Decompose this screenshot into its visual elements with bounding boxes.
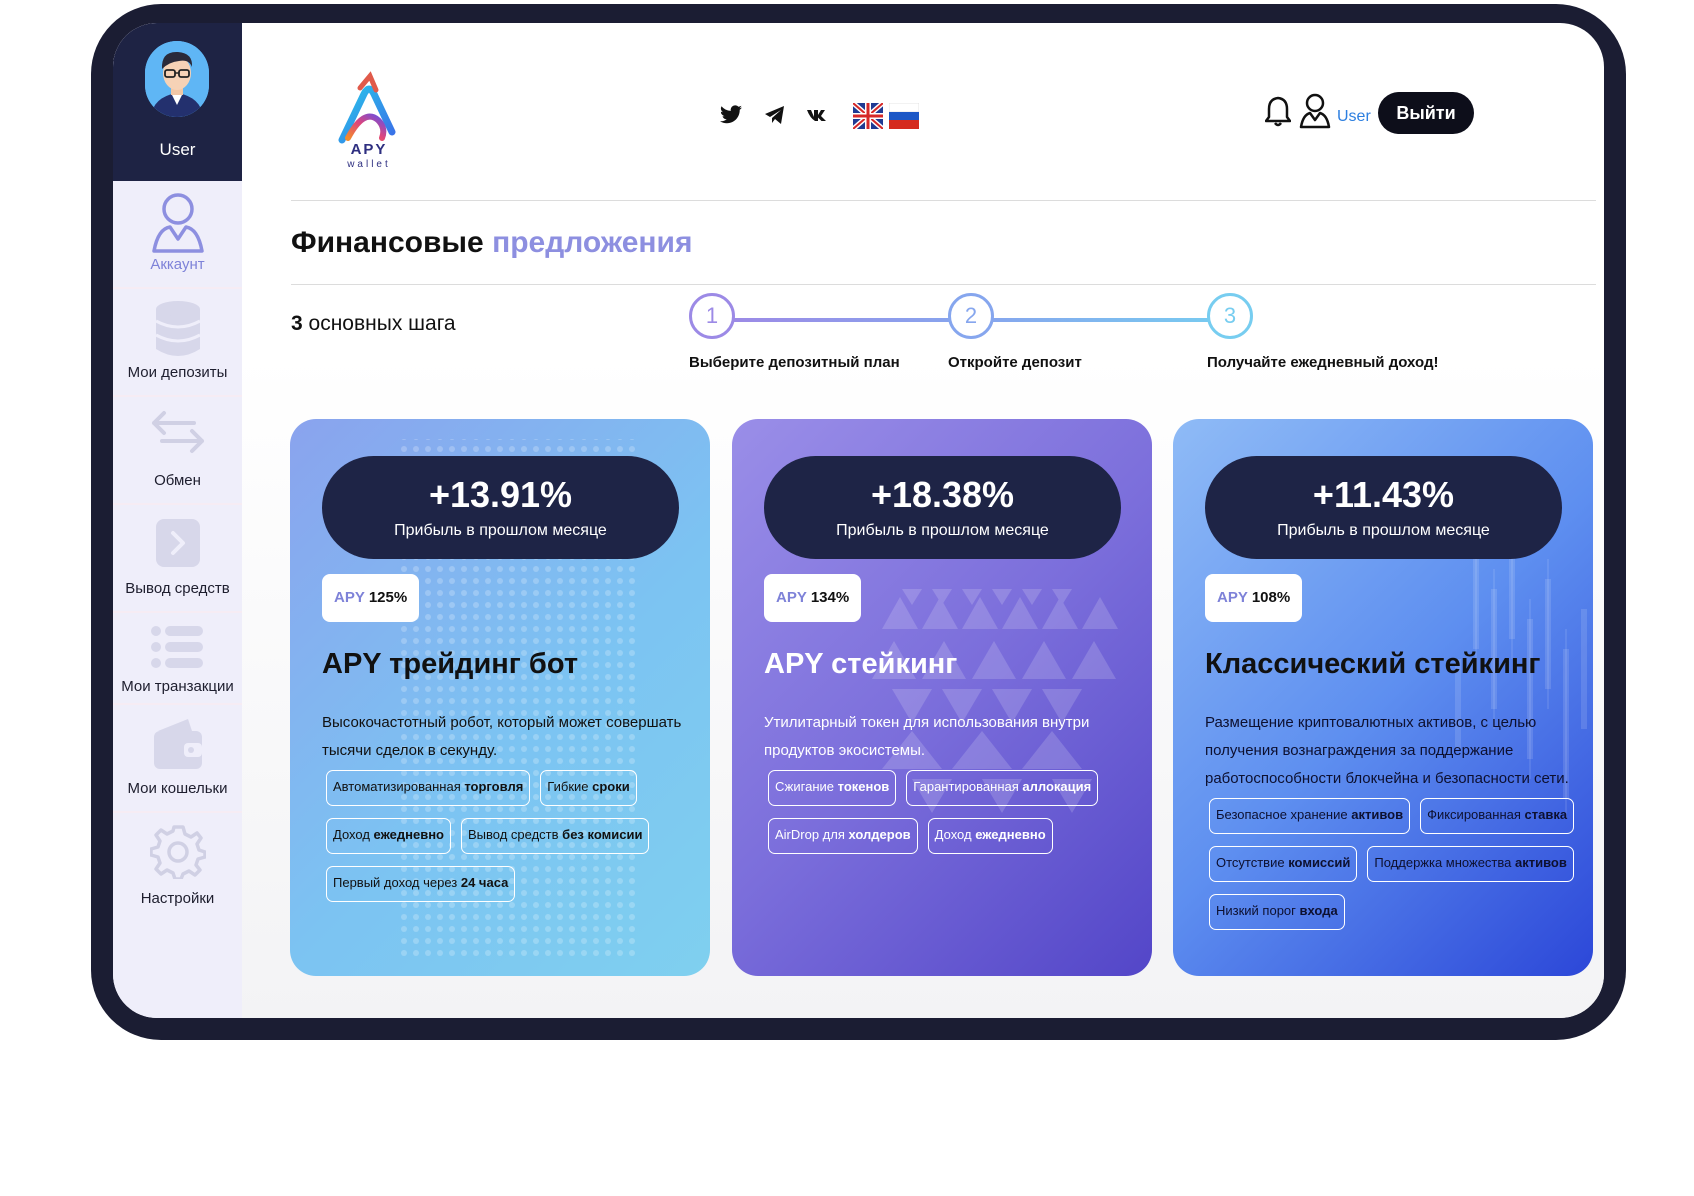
card-tags: Безопасное хранение активов Фиксированна… xyxy=(1209,798,1579,930)
logo-subtext: wallet xyxy=(347,159,391,170)
sidebar-item-settings[interactable]: Настройки xyxy=(113,813,242,921)
title-divider xyxy=(291,284,1596,285)
sidebar-item-label: Вывод средств xyxy=(125,580,230,597)
feature-tag: Поддержка множества активов xyxy=(1367,846,1574,882)
user-profile-icon[interactable] xyxy=(1299,93,1331,129)
feature-tag: Отсутствие комиссий xyxy=(1209,846,1358,882)
sidebar: User Аккаунт Мои депозиты Обмен Вывод ср… xyxy=(113,23,242,1018)
profit-label: Прибыль в прошлом месяце xyxy=(394,522,607,539)
sidebar-item-label: Аккаунт xyxy=(150,256,205,273)
sidebar-item-exchange[interactable]: Обмен xyxy=(113,397,242,505)
sidebar-item-label: Настройки xyxy=(140,890,215,907)
bell-icon[interactable] xyxy=(1265,95,1291,127)
apy-key: APY xyxy=(334,589,365,606)
profit-label: Прибыль в прошлом месяце xyxy=(836,522,1049,539)
app-screen: User Аккаунт Мои депозиты Обмен Вывод ср… xyxy=(113,23,1604,1018)
twitter-icon[interactable] xyxy=(719,103,743,127)
steps-title: 3 основных шага xyxy=(291,312,456,336)
apy-value: 134% xyxy=(810,589,850,606)
sidebar-item-withdraw[interactable]: Вывод средств xyxy=(113,505,242,613)
feature-tag: Автоматизированная торговля xyxy=(326,770,531,806)
step-connector xyxy=(731,318,971,322)
feature-tag: Доход ежедневно xyxy=(927,818,1053,854)
step-1-label: Выберите депозитный план xyxy=(689,354,900,371)
offer-card-classic-staking[interactable]: +11.43% Прибыль в прошлом месяце APY 108%… xyxy=(1173,419,1593,976)
sidebar-item-account[interactable]: Аккаунт xyxy=(113,181,242,289)
ru-flag-icon[interactable] xyxy=(889,103,919,129)
card-title: APY стейкинг xyxy=(764,648,958,680)
apy-value: 108% xyxy=(1251,589,1291,606)
sidebar-item-transactions[interactable]: Мои транзакции xyxy=(113,613,242,705)
card-tags: Сжигание токенов Гарантированная аллокац… xyxy=(768,770,1138,854)
page-title-main: Финансовые xyxy=(291,226,484,259)
profit-value: +13.91% xyxy=(428,474,573,515)
offer-card-staking[interactable]: +18.38% Прибыль в прошлом месяце APY 134%… xyxy=(732,419,1152,976)
feature-tag: Низкий порог входа xyxy=(1209,894,1345,930)
feature-tag: AirDrop для холдеров xyxy=(768,818,918,854)
feature-tag: Сжигание токенов xyxy=(768,770,897,806)
sidebar-item-wallets[interactable]: Мои кошельки xyxy=(113,705,242,813)
feature-tag: Гарантированная аллокация xyxy=(906,770,1099,806)
step-connector xyxy=(991,318,1231,322)
apy-key: APY xyxy=(1217,589,1248,606)
header-user-link[interactable]: User xyxy=(1337,108,1371,126)
sidebar-item-deposits[interactable]: Мои депозиты xyxy=(113,289,242,397)
profit-value: +11.43% xyxy=(1312,474,1455,515)
wallet-icon xyxy=(154,719,202,769)
feature-tag: Доход ежедневно xyxy=(326,818,451,854)
sidebar-profile[interactable]: User xyxy=(113,23,242,181)
card-description: Размещение криптовалютных активов, с цел… xyxy=(1205,714,1569,787)
profit-value: +18.38% xyxy=(870,474,1015,515)
feature-tag: Фиксированная ставка xyxy=(1420,798,1575,834)
sidebar-item-label: Мои транзакции xyxy=(121,678,234,695)
sidebar-item-label: Мои депозиты xyxy=(127,364,228,381)
card-title: Классический стейкинг xyxy=(1205,648,1541,680)
telegram-icon[interactable] xyxy=(763,103,787,127)
sidebar-item-label: Мои кошельки xyxy=(127,780,228,797)
database-icon xyxy=(155,301,201,356)
offer-card-trading-bot[interactable]: +13.91% Прибыль в прошлом месяце APY 125%… xyxy=(290,419,710,976)
apy-badge: APY 134% xyxy=(764,574,862,622)
steps-count: 3 xyxy=(291,312,303,335)
feature-tag: Первый доход через 24 часа xyxy=(326,866,516,902)
sidebar-user-name: User xyxy=(159,140,196,159)
exchange-arrows-icon xyxy=(152,411,204,453)
user-icon xyxy=(152,193,204,253)
withdraw-icon xyxy=(156,519,200,567)
profit-pill: +18.38% Прибыль в прошлом месяце xyxy=(764,456,1121,559)
step-3-label: Получайте ежедневный доход! xyxy=(1207,354,1439,371)
vk-icon[interactable] xyxy=(806,103,830,127)
card-tags: Автоматизированная торговля Гибкие сроки… xyxy=(326,770,696,902)
profit-pill: +11.43% Прибыль в прошлом месяце xyxy=(1205,456,1562,559)
card-description: Высокочастотный робот, который может сов… xyxy=(322,714,682,759)
card-description: Утилитарный токен для использования внут… xyxy=(764,714,1090,759)
logout-button[interactable]: Выйти xyxy=(1378,92,1474,134)
step-2-label: Откройте депозит xyxy=(948,354,1082,371)
page-title-accent: предложения xyxy=(492,226,693,259)
feature-tag: Гибкие сроки xyxy=(540,770,637,806)
apy-badge: APY 125% xyxy=(322,574,420,622)
list-icon xyxy=(151,626,203,668)
en-flag-icon[interactable] xyxy=(853,103,883,129)
apy-value: 125% xyxy=(368,589,408,606)
apy-key: APY xyxy=(776,589,807,606)
apy-badge: APY 108% xyxy=(1205,574,1303,622)
profit-pill: +13.91% Прибыль в прошлом месяце xyxy=(322,456,679,559)
feature-tag: Безопасное хранение активов xyxy=(1209,798,1411,834)
card-title: APY трейдинг бот xyxy=(322,648,579,680)
feature-tag: Вывод средств без комисии xyxy=(461,818,650,854)
sidebar-item-label: Обмен xyxy=(154,472,201,489)
gear-icon xyxy=(150,825,206,879)
profit-label: Прибыль в прошлом месяце xyxy=(1277,522,1490,539)
steps-title-text: основных шага xyxy=(308,312,456,335)
header-divider xyxy=(291,200,1596,201)
page-title: Финансовые предложения xyxy=(291,226,692,260)
step-2-circle: 2 xyxy=(948,293,994,339)
step-3-circle: 3 xyxy=(1207,293,1253,339)
step-1-circle: 1 xyxy=(689,293,735,339)
logo-text: APY xyxy=(350,141,388,158)
avatar xyxy=(145,41,209,117)
